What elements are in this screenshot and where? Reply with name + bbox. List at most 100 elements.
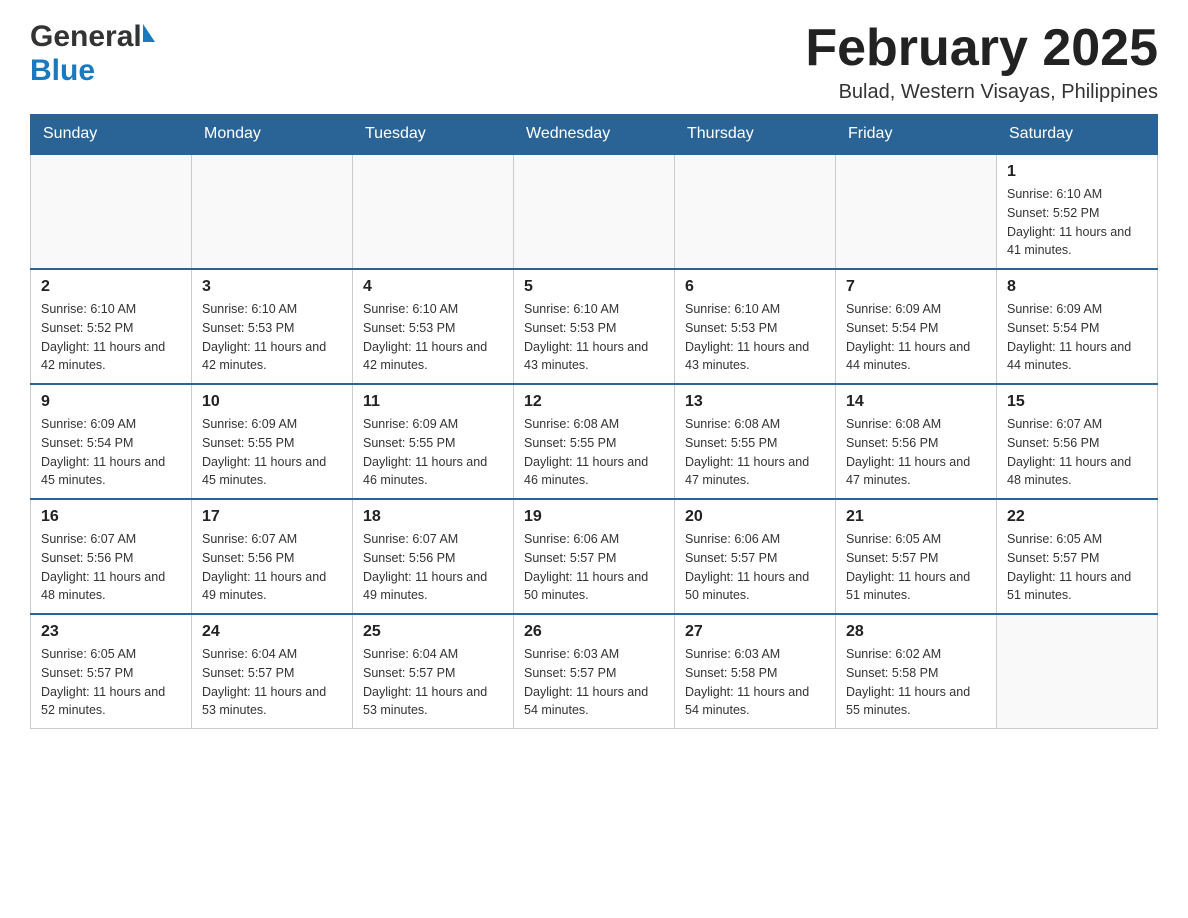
day-info: Sunrise: 6:04 AM Sunset: 5:57 PM Dayligh…	[202, 645, 342, 720]
column-header-sunday: Sunday	[31, 115, 192, 155]
day-cell: 26 Sunrise: 6:03 AM Sunset: 5:57 PM Dayli…	[514, 614, 675, 729]
day-number: 22	[1007, 508, 1147, 526]
day-info: Sunrise: 6:04 AM Sunset: 5:57 PM Dayligh…	[363, 645, 503, 720]
day-cell: 6Sunrise: 6:10 AM Sunset: 5:53 PM Daylig…	[675, 269, 836, 384]
day-number: 23	[41, 623, 181, 641]
day-info: Sunrise: 6:08 AM Sunset: 5:55 PM Dayligh…	[524, 415, 664, 490]
day-number: 20	[685, 508, 825, 526]
day-cell: 23 Sunrise: 6:05 AM Sunset: 5:57 PM Dayli…	[31, 614, 192, 729]
day-cell: 19 Sunrise: 6:06 AM Sunset: 5:57 PM Dayli…	[514, 499, 675, 614]
column-header-thursday: Thursday	[675, 115, 836, 155]
week-row-1: 1 Sunrise: 6:10 AM Sunset: 5:52 PM Daylig…	[31, 154, 1158, 269]
calendar-header: SundayMondayTuesdayWednesdayThursdayFrid…	[31, 115, 1158, 155]
day-info: Sunrise: 6:10 AM Sunset: 5:53 PM Dayligh…	[202, 300, 342, 375]
day-cell: 21 Sunrise: 6:05 AM Sunset: 5:57 PM Dayli…	[836, 499, 997, 614]
day-cell: 9Sunrise: 6:09 AM Sunset: 5:54 PM Daylig…	[31, 384, 192, 499]
day-cell	[353, 154, 514, 269]
day-number: 18	[363, 508, 503, 526]
page-header: General Blue February 2025 Bulad, Wester…	[30, 20, 1158, 104]
column-header-wednesday: Wednesday	[514, 115, 675, 155]
column-header-friday: Friday	[836, 115, 997, 155]
day-number: 7	[846, 278, 986, 296]
day-info: Sunrise: 6:09 AM Sunset: 5:54 PM Dayligh…	[846, 300, 986, 375]
day-info: Sunrise: 6:05 AM Sunset: 5:57 PM Dayligh…	[1007, 530, 1147, 605]
day-cell: 20 Sunrise: 6:06 AM Sunset: 5:57 PM Dayli…	[675, 499, 836, 614]
day-cell: 25 Sunrise: 6:04 AM Sunset: 5:57 PM Dayli…	[353, 614, 514, 729]
day-number: 26	[524, 623, 664, 641]
day-cell: 4 Sunrise: 6:10 AM Sunset: 5:53 PM Daylig…	[353, 269, 514, 384]
day-info: Sunrise: 6:10 AM Sunset: 5:52 PM Dayligh…	[1007, 185, 1147, 260]
day-info: Sunrise: 6:10 AM Sunset: 5:52 PM Dayligh…	[41, 300, 181, 375]
day-number: 5	[524, 278, 664, 296]
day-number: 4	[363, 278, 503, 296]
day-info: Sunrise: 6:02 AM Sunset: 5:58 PM Dayligh…	[846, 645, 986, 720]
day-cell: 10 Sunrise: 6:09 AM Sunset: 5:55 PM Dayli…	[192, 384, 353, 499]
day-cell: 22 Sunrise: 6:05 AM Sunset: 5:57 PM Dayli…	[997, 499, 1158, 614]
day-info: Sunrise: 6:07 AM Sunset: 5:56 PM Dayligh…	[202, 530, 342, 605]
day-info: Sunrise: 6:05 AM Sunset: 5:57 PM Dayligh…	[846, 530, 986, 605]
day-cell	[675, 154, 836, 269]
day-number: 2	[41, 278, 181, 296]
day-cell: 18 Sunrise: 6:07 AM Sunset: 5:56 PM Dayli…	[353, 499, 514, 614]
week-row-4: 16 Sunrise: 6:07 AM Sunset: 5:56 PM Dayli…	[31, 499, 1158, 614]
day-cell: 27Sunrise: 6:03 AM Sunset: 5:58 PM Dayli…	[675, 614, 836, 729]
day-info: Sunrise: 6:06 AM Sunset: 5:57 PM Dayligh…	[524, 530, 664, 605]
day-number: 16	[41, 508, 181, 526]
day-number: 19	[524, 508, 664, 526]
day-info: Sunrise: 6:10 AM Sunset: 5:53 PM Dayligh…	[363, 300, 503, 375]
day-cell: 17 Sunrise: 6:07 AM Sunset: 5:56 PM Dayli…	[192, 499, 353, 614]
day-cell	[836, 154, 997, 269]
day-info: Sunrise: 6:03 AM Sunset: 5:58 PM Dayligh…	[685, 645, 825, 720]
day-info: Sunrise: 6:09 AM Sunset: 5:55 PM Dayligh…	[202, 415, 342, 490]
day-cell: 3 Sunrise: 6:10 AM Sunset: 5:53 PM Daylig…	[192, 269, 353, 384]
day-info: Sunrise: 6:09 AM Sunset: 5:55 PM Dayligh…	[363, 415, 503, 490]
column-header-tuesday: Tuesday	[353, 115, 514, 155]
day-cell: 5 Sunrise: 6:10 AM Sunset: 5:53 PM Daylig…	[514, 269, 675, 384]
day-info: Sunrise: 6:09 AM Sunset: 5:54 PM Dayligh…	[1007, 300, 1147, 375]
day-cell: 1 Sunrise: 6:10 AM Sunset: 5:52 PM Daylig…	[997, 154, 1158, 269]
day-info: Sunrise: 6:05 AM Sunset: 5:57 PM Dayligh…	[41, 645, 181, 720]
day-cell: 24 Sunrise: 6:04 AM Sunset: 5:57 PM Dayli…	[192, 614, 353, 729]
calendar-table: SundayMondayTuesdayWednesdayThursdayFrid…	[30, 114, 1158, 729]
day-cell: 2 Sunrise: 6:10 AM Sunset: 5:52 PM Daylig…	[31, 269, 192, 384]
day-info: Sunrise: 6:03 AM Sunset: 5:57 PM Dayligh…	[524, 645, 664, 720]
day-number: 25	[363, 623, 503, 641]
day-number: 17	[202, 508, 342, 526]
day-number: 13	[685, 393, 825, 411]
day-info: Sunrise: 6:07 AM Sunset: 5:56 PM Dayligh…	[363, 530, 503, 605]
day-number: 28	[846, 623, 986, 641]
day-number: 6	[685, 278, 825, 296]
day-number: 3	[202, 278, 342, 296]
logo-general: General	[30, 20, 142, 54]
week-row-2: 2 Sunrise: 6:10 AM Sunset: 5:52 PM Daylig…	[31, 269, 1158, 384]
header-row: SundayMondayTuesdayWednesdayThursdayFrid…	[31, 115, 1158, 155]
week-row-3: 9Sunrise: 6:09 AM Sunset: 5:54 PM Daylig…	[31, 384, 1158, 499]
day-number: 24	[202, 623, 342, 641]
day-info: Sunrise: 6:09 AM Sunset: 5:54 PM Dayligh…	[41, 415, 181, 490]
day-cell	[514, 154, 675, 269]
day-number: 10	[202, 393, 342, 411]
day-cell: 16Sunrise: 6:07 AM Sunset: 5:56 PM Dayli…	[31, 499, 192, 614]
day-info: Sunrise: 6:10 AM Sunset: 5:53 PM Dayligh…	[524, 300, 664, 375]
day-cell	[192, 154, 353, 269]
day-number: 21	[846, 508, 986, 526]
calendar-body: 1 Sunrise: 6:10 AM Sunset: 5:52 PM Daylig…	[31, 154, 1158, 729]
day-cell	[997, 614, 1158, 729]
location-subtitle: Bulad, Western Visayas, Philippines	[805, 81, 1158, 104]
day-number: 12	[524, 393, 664, 411]
day-number: 1	[1007, 163, 1147, 181]
calendar-title: February 2025	[805, 20, 1158, 77]
day-info: Sunrise: 6:06 AM Sunset: 5:57 PM Dayligh…	[685, 530, 825, 605]
day-cell: 11 Sunrise: 6:09 AM Sunset: 5:55 PM Dayli…	[353, 384, 514, 499]
day-number: 8	[1007, 278, 1147, 296]
logo-triangle-icon	[143, 24, 155, 42]
column-header-monday: Monday	[192, 115, 353, 155]
day-info: Sunrise: 6:08 AM Sunset: 5:56 PM Dayligh…	[846, 415, 986, 490]
day-cell: 12 Sunrise: 6:08 AM Sunset: 5:55 PM Dayli…	[514, 384, 675, 499]
day-cell: 13Sunrise: 6:08 AM Sunset: 5:55 PM Dayli…	[675, 384, 836, 499]
day-number: 14	[846, 393, 986, 411]
day-cell: 8 Sunrise: 6:09 AM Sunset: 5:54 PM Daylig…	[997, 269, 1158, 384]
day-number: 11	[363, 393, 503, 411]
day-cell: 14 Sunrise: 6:08 AM Sunset: 5:56 PM Dayli…	[836, 384, 997, 499]
day-info: Sunrise: 6:07 AM Sunset: 5:56 PM Dayligh…	[1007, 415, 1147, 490]
